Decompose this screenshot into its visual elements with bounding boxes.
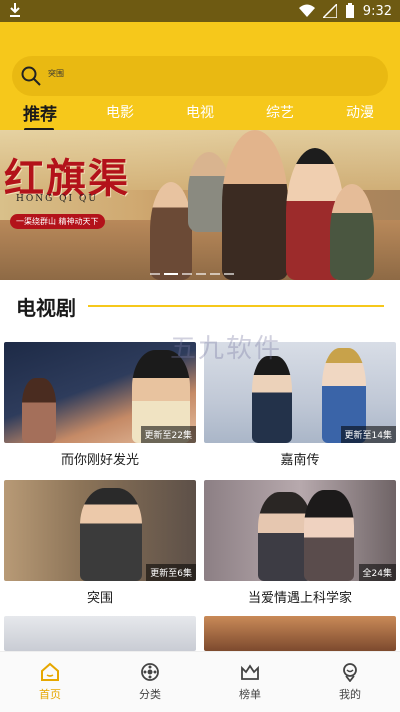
episode-badge: 更新至22集: [140, 426, 196, 443]
tab-movies[interactable]: 电影: [106, 102, 134, 122]
tab-recommended[interactable]: 推荐: [23, 100, 57, 125]
nav-home[interactable]: 首页: [20, 662, 80, 702]
drama-card[interactable]: [4, 616, 196, 651]
drama-poster[interactable]: [204, 616, 396, 651]
search-bar[interactable]: 突围: [12, 56, 388, 96]
signal-icon: [322, 4, 337, 18]
profile-icon[interactable]: [340, 662, 360, 682]
banner-carousel[interactable]: 红旗渠 HONG QI QU 一渠绕群山 精神动天下: [0, 130, 400, 280]
battery-icon: [345, 3, 354, 18]
search-input[interactable]: 突围: [48, 66, 64, 82]
tab-tv[interactable]: 电视: [186, 102, 214, 122]
drama-card[interactable]: 更新至22集 而你刚好发光: [4, 342, 196, 468]
nav-category[interactable]: 分类: [120, 662, 180, 702]
status-bar: 9:32: [0, 0, 400, 22]
ranking-icon[interactable]: [240, 662, 260, 682]
section-title: 电视剧: [16, 296, 76, 320]
banner-slogan: 一渠绕群山 精神动天下: [10, 214, 105, 229]
episode-badge: 更新至14集: [340, 426, 396, 443]
category-tabs: 推荐 电影 电视 综艺 动漫: [0, 100, 400, 131]
status-time: 9:32: [362, 3, 392, 19]
download-icon: [10, 3, 20, 17]
tab-variety[interactable]: 综艺: [266, 102, 294, 122]
drama-card[interactable]: 更新至6集 突围: [4, 480, 196, 606]
drama-card[interactable]: [204, 616, 396, 651]
banner-figure: [222, 130, 288, 280]
episode-badge: 更新至6集: [146, 564, 196, 581]
nav-ranking[interactable]: 榜单: [220, 662, 280, 702]
nav-ranking-label: 榜单: [239, 688, 261, 701]
tab-anime[interactable]: 动漫: [346, 102, 374, 122]
episode-badge: 全24集: [358, 564, 396, 581]
banner-figure: [150, 182, 192, 280]
drama-poster[interactable]: 全24集: [204, 480, 396, 581]
wifi-icon: [298, 4, 315, 17]
drama-title[interactable]: 当爱情遇上科学家: [204, 587, 396, 606]
drama-poster[interactable]: [4, 616, 196, 651]
header: 突围 推荐 电影 电视 综艺 动漫: [0, 22, 400, 131]
nav-home-label: 首页: [39, 688, 61, 701]
carousel-indicator: [150, 273, 234, 275]
banner-figure: [330, 184, 374, 280]
drama-poster[interactable]: 更新至6集: [4, 480, 196, 581]
search-icon[interactable]: [20, 65, 42, 87]
watermark: 五九软件: [170, 334, 283, 364]
drama-title[interactable]: 突围: [4, 587, 196, 606]
section-divider: [88, 305, 384, 307]
nav-profile[interactable]: 我的: [320, 662, 380, 702]
nav-profile-label: 我的: [339, 688, 361, 701]
banner-pinyin: HONG QI QU: [16, 194, 98, 204]
drama-poster[interactable]: 更新至22集: [4, 342, 196, 443]
category-icon[interactable]: [140, 662, 160, 682]
home-icon[interactable]: [40, 662, 60, 682]
drama-title[interactable]: 而你刚好发光: [4, 449, 196, 468]
drama-title[interactable]: 嘉南传: [204, 449, 396, 468]
bottom-nav: 首页 分类 榜单 我的: [0, 651, 400, 712]
nav-category-label: 分类: [139, 688, 161, 701]
drama-card[interactable]: 全24集 当爱情遇上科学家: [204, 480, 396, 606]
